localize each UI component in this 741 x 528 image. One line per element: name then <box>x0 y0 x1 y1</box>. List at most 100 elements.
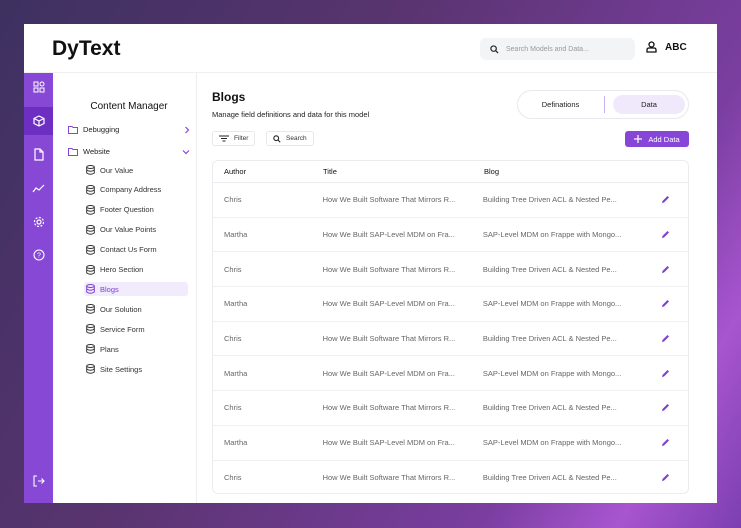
add-data-button[interactable]: Add Data <box>625 131 689 147</box>
cell-title: How We Built Software That Mirrors R... <box>322 473 456 483</box>
edit-button[interactable] <box>643 299 688 308</box>
edit-icon[interactable] <box>661 473 670 482</box>
folder-debugging[interactable]: Debugging <box>68 125 190 134</box>
sidebar-item-blogs[interactable]: Blogs <box>84 282 188 297</box>
edit-button[interactable] <box>643 369 688 378</box>
cell-author: Martha <box>224 299 248 309</box>
filter-button[interactable]: Filter <box>212 131 256 146</box>
table-row[interactable]: Chris How We Built Software That Mirrors … <box>213 183 688 218</box>
cell-blog: Building Tree Driven ACL & Nested Pe... <box>482 473 617 483</box>
panel-title: Content Manager <box>90 101 168 112</box>
cell-author: Martha <box>224 368 248 378</box>
edit-icon[interactable] <box>661 403 670 412</box>
edit-button[interactable] <box>643 334 688 343</box>
cell-blog: SAP-Level MDM on Frappe with Mongo... <box>482 230 622 240</box>
search-icon <box>273 134 281 143</box>
database-icon <box>86 324 95 334</box>
database-icon <box>86 224 95 235</box>
chevron-right-icon <box>185 126 190 133</box>
sidebar-item-our-value[interactable]: Our Value <box>84 163 188 177</box>
edit-button[interactable] <box>643 473 688 482</box>
cell-blog: SAP-Level MDM on Frappe with Mongo... <box>482 438 622 448</box>
rail-help[interactable]: ? <box>24 241 53 269</box>
table-row[interactable]: Chris How We Built Software That Mirrors … <box>213 322 688 357</box>
rail-dashboard[interactable] <box>24 73 53 101</box>
sidebar-item-our-solution[interactable]: Our Solution <box>84 302 188 316</box>
edit-icon[interactable] <box>661 265 670 274</box>
search-icon <box>490 44 499 54</box>
edit-button[interactable] <box>643 265 688 274</box>
sidebar-item-footer-question[interactable]: Footer Question <box>84 203 188 217</box>
main-content: Blogs Manage field definitions and data … <box>197 73 717 503</box>
edit-icon[interactable] <box>661 230 670 239</box>
cell-title: How We Built SAP-Level MDM on Fra... <box>322 230 455 240</box>
cell-author: Chris <box>224 403 242 413</box>
table-row[interactable]: Martha How We Built SAP-Level MDM on Fra.… <box>213 287 688 322</box>
sidebar-item-service-form[interactable]: Service Form <box>84 322 188 336</box>
user-menu[interactable]: ABC <box>646 41 687 53</box>
table-search-button[interactable]: Search <box>266 131 314 146</box>
folder-icon <box>68 147 78 156</box>
app-logo: DyText <box>52 37 121 60</box>
rail-logout[interactable] <box>24 467 53 495</box>
gear-icon <box>33 216 44 228</box>
view-toggle: Definations Data <box>517 90 689 119</box>
sidebar-item-our-value-points[interactable]: Our Value Points <box>84 223 188 237</box>
table-row[interactable]: Chris How We Built Software That Mirrors … <box>213 461 688 494</box>
edit-button[interactable] <box>643 230 688 239</box>
cell-blog: Building Tree Driven ACL & Nested Pe... <box>482 403 617 413</box>
tab-definitions[interactable]: Definations <box>518 91 603 118</box>
edit-button[interactable] <box>643 195 688 204</box>
cell-blog: SAP-Level MDM on Frappe with Mongo... <box>482 368 622 378</box>
analytics-icon <box>32 184 45 193</box>
edit-icon[interactable] <box>661 299 670 308</box>
global-search-input[interactable]: Search Models and Data... <box>480 38 635 60</box>
cell-title: How We Built SAP-Level MDM on Fra... <box>322 299 455 309</box>
sidebar-item-contact-us-form[interactable]: Contact Us Form <box>84 243 188 257</box>
sidebar-item-label: Site Settings <box>100 364 143 374</box>
database-icon <box>86 184 95 195</box>
folder-website[interactable]: Website <box>68 147 190 156</box>
icon-rail: ? <box>24 73 53 503</box>
rail-documents[interactable] <box>24 140 53 168</box>
table-row[interactable]: Martha How We Built SAP-Level MDM on Fra.… <box>213 218 688 253</box>
sidebar-item-company-address[interactable]: Company Address <box>84 183 188 197</box>
content-manager-panel: Content Manager Debugging Website Our Va… <box>53 73 197 503</box>
sidebar-item-label: Service Form <box>100 324 145 334</box>
sidebar-item-label: Contact Us Form <box>100 245 157 255</box>
edit-icon[interactable] <box>661 195 670 204</box>
cube-icon <box>32 115 45 127</box>
edit-icon[interactable] <box>661 334 670 343</box>
edit-icon[interactable] <box>661 438 670 447</box>
rail-analytics[interactable] <box>24 174 53 202</box>
page-title: Blogs <box>212 90 246 104</box>
edit-icon[interactable] <box>661 369 670 378</box>
user-icon <box>646 41 657 53</box>
table-row[interactable]: Chris How We Built Software That Mirrors … <box>213 252 688 288</box>
table-row[interactable]: Martha How We Built SAP-Level MDM on Fra.… <box>213 426 688 461</box>
toggle-divider <box>604 96 605 113</box>
top-bar: DyText Search Models and Data... ABC <box>24 24 717 73</box>
sidebar-item-hero-section[interactable]: Hero Section <box>84 263 188 277</box>
sidebar-item-plans[interactable]: Plans <box>84 342 188 356</box>
sidebar-item-label: Company Address <box>100 185 162 195</box>
edit-button[interactable] <box>643 438 688 447</box>
cell-blog: Building Tree Driven ACL & Nested Pe... <box>482 264 617 274</box>
cell-author: Martha <box>224 230 248 240</box>
folder-icon <box>68 125 78 134</box>
tab-data[interactable]: Data <box>613 95 685 114</box>
rail-settings[interactable] <box>24 208 53 236</box>
cell-blog: Building Tree Driven ACL & Nested Pe... <box>482 195 617 205</box>
column-author: Author <box>224 167 247 176</box>
sidebar-item-site-settings[interactable]: Site Settings <box>84 362 188 376</box>
edit-button[interactable] <box>643 403 688 412</box>
column-title: Title <box>323 167 337 176</box>
table-row[interactable]: Martha How We Built SAP-Level MDM on Fra.… <box>213 356 688 392</box>
cell-author: Chris <box>224 334 242 344</box>
cell-author: Chris <box>224 195 242 205</box>
rail-models[interactable] <box>24 107 53 135</box>
table-row[interactable]: Chris How We Built Software That Mirrors … <box>213 391 688 426</box>
sidebar-item-label: Hero Section <box>100 265 144 274</box>
chevron-down-icon <box>182 149 190 154</box>
cell-title: How We Built SAP-Level MDM on Fra... <box>322 368 455 378</box>
